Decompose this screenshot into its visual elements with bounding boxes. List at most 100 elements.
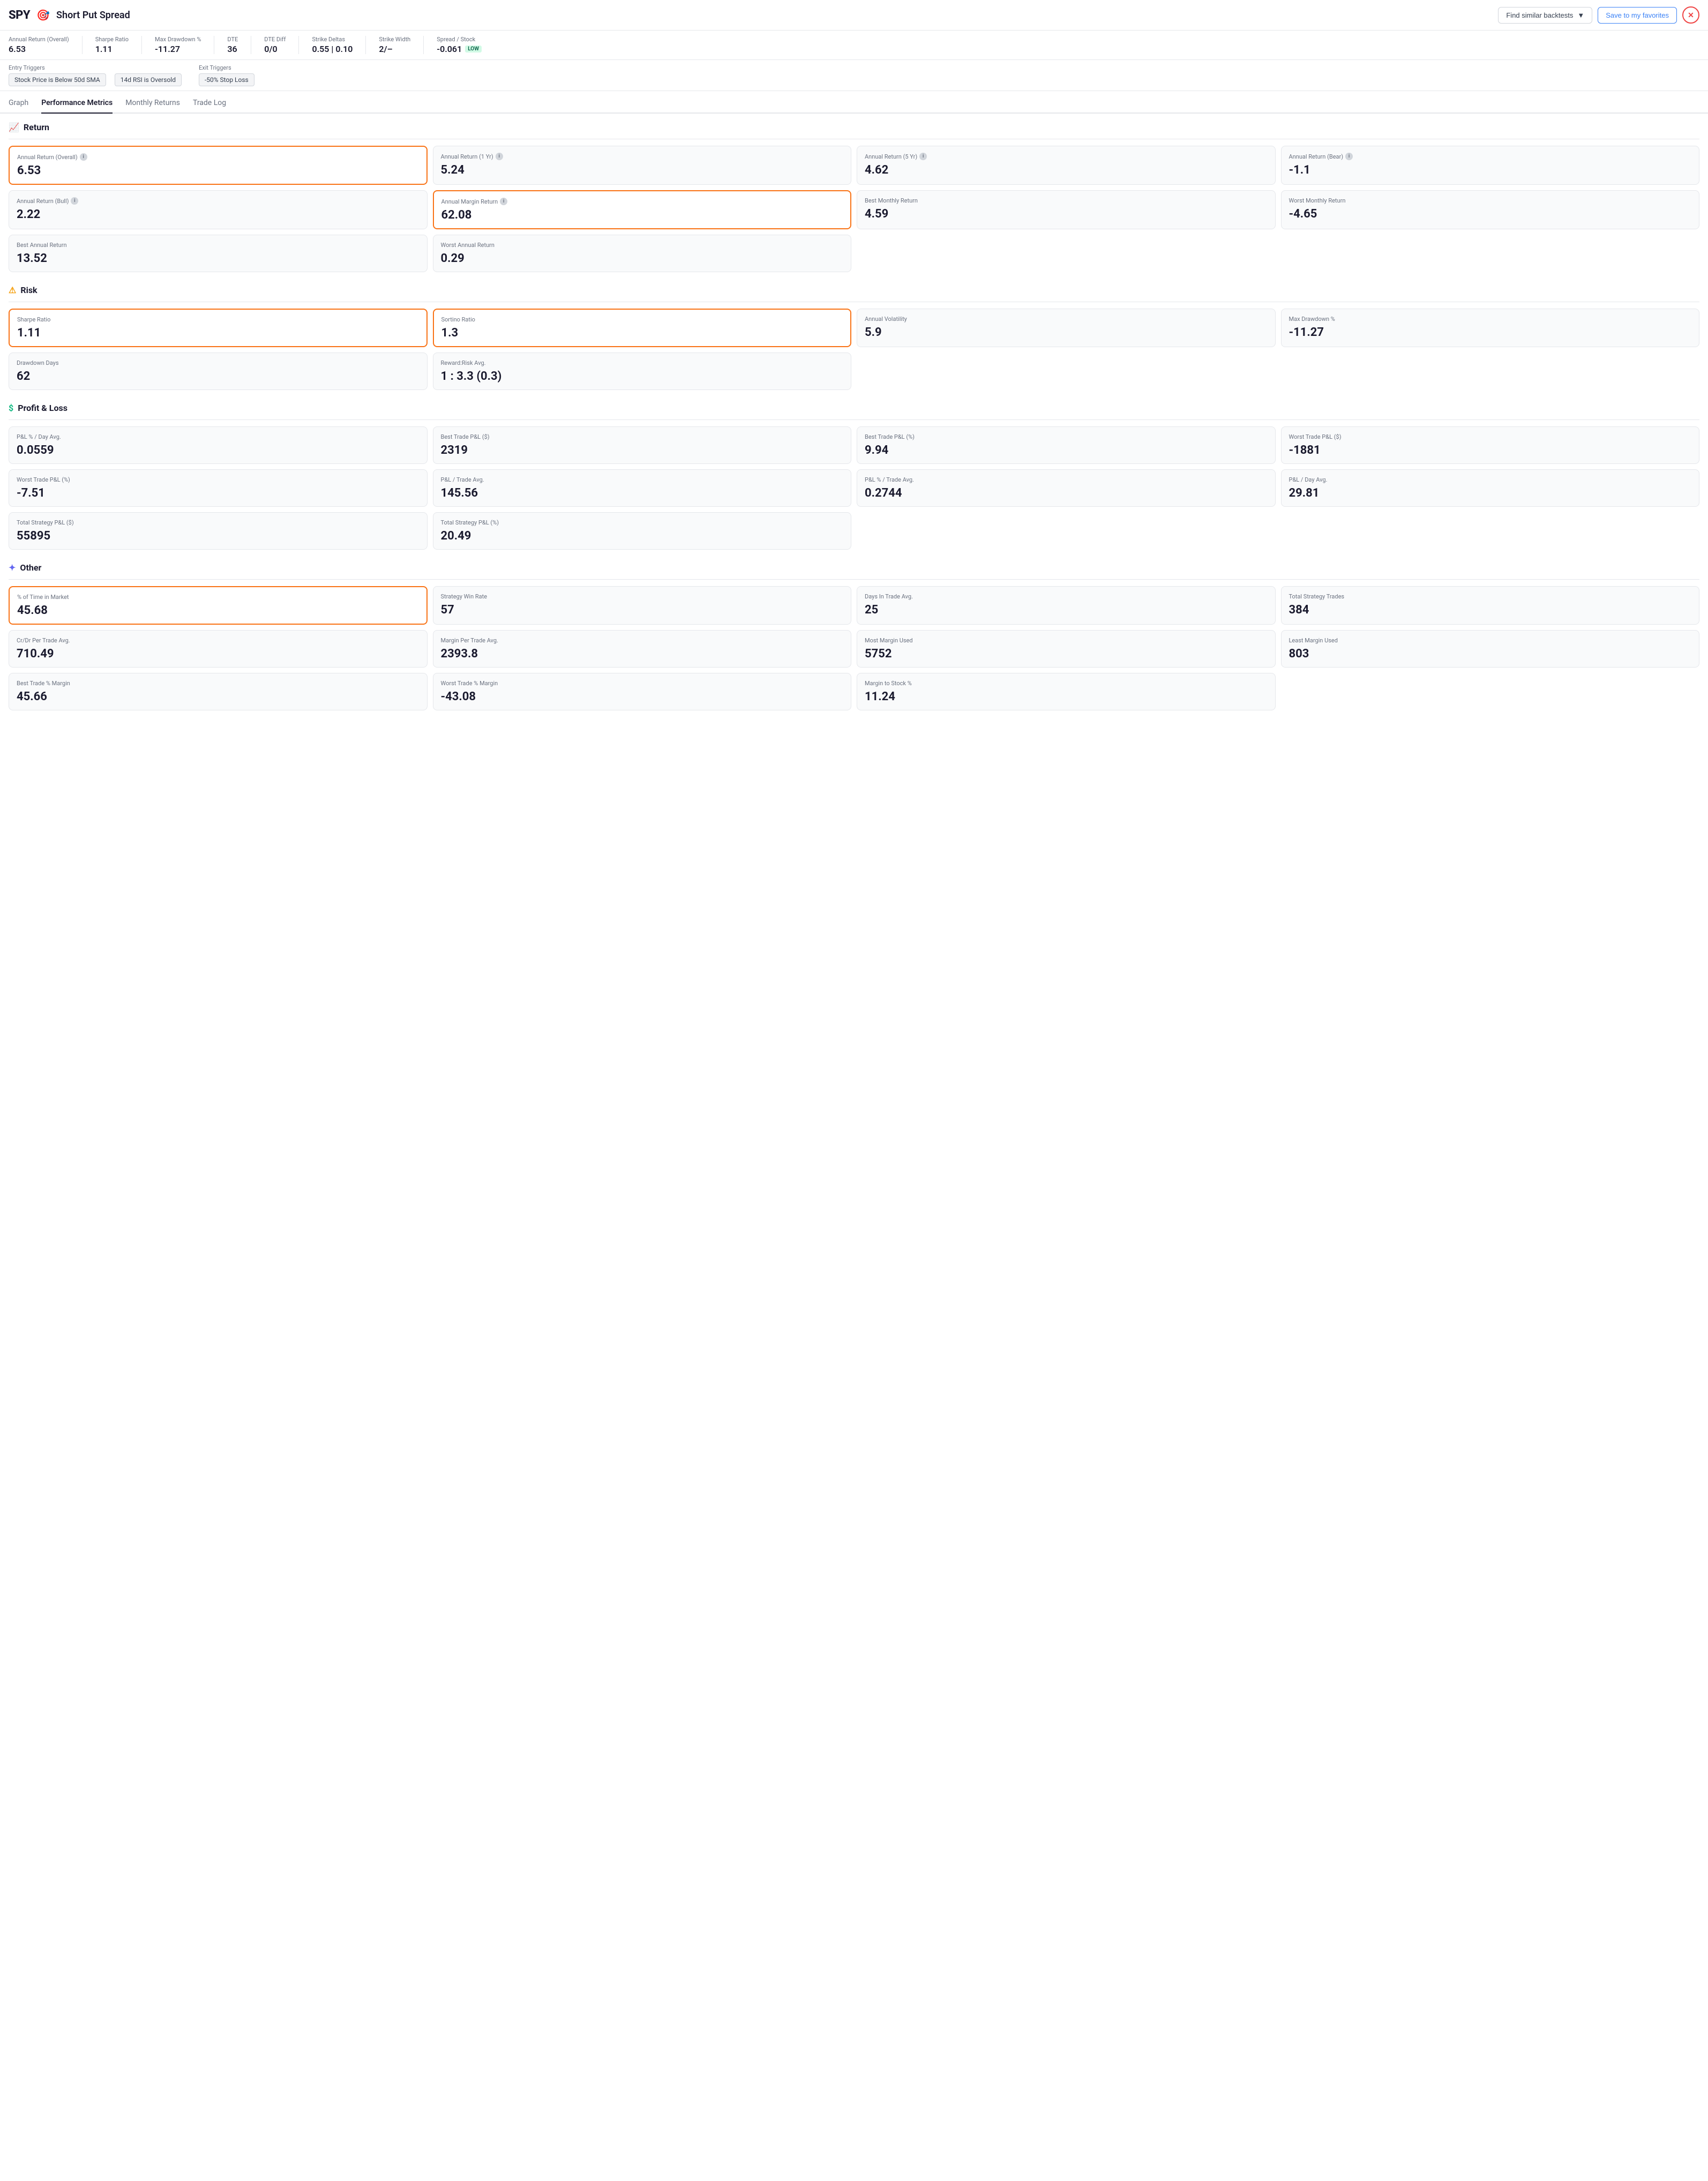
card-label: Worst Trade P&L (%) — [17, 476, 419, 483]
find-similar-button[interactable]: Find similar backtests ▼ — [1498, 7, 1592, 24]
tab-monthly-returns[interactable]: Monthly Returns — [125, 93, 180, 114]
card-value: 145.56 — [441, 486, 844, 500]
section-title-other: ✦Other — [9, 563, 1699, 573]
card-value: 5.9 — [865, 326, 1268, 339]
card-label: Worst Annual Return — [441, 242, 844, 249]
section-divider — [9, 579, 1699, 580]
card-label: Best Monthly Return — [865, 197, 1268, 204]
tab-trade-log[interactable]: Trade Log — [193, 93, 226, 114]
tab-graph[interactable]: Graph — [9, 93, 28, 114]
card-label: Annual Return (5 Yr)i — [865, 153, 1268, 160]
card-value: 0.0559 — [17, 444, 419, 457]
info-icon[interactable]: i — [496, 153, 503, 160]
metric-card: Worst Trade % Margin -43.08 — [433, 673, 852, 710]
separator — [141, 36, 142, 54]
card-label: Worst Trade % Margin — [441, 680, 844, 687]
card-value: -11.27 — [1289, 326, 1692, 339]
card-value: 45.68 — [17, 604, 419, 617]
card-label: Best Trade P&L ($) — [441, 433, 844, 440]
card-label: Sharpe Ratio — [17, 316, 419, 323]
tab-performance-metrics[interactable]: Performance Metrics — [41, 93, 113, 114]
metric-card: Margin to Stock %11.24 — [857, 673, 1276, 710]
card-value: 2319 — [441, 444, 844, 457]
section-title-return: 📈 Return — [9, 122, 1699, 132]
card-label: % of Time in Market — [17, 594, 419, 601]
metrics-bar-value: 0/0 — [264, 44, 286, 54]
card-value: 2393.8 — [441, 647, 844, 661]
metric-card: Best Trade P&L (%)9.94 — [857, 426, 1276, 464]
card-label: Worst Monthly Return — [1289, 197, 1692, 204]
card-value: 0.29 — [441, 252, 844, 265]
card-label: Max Drawdown % — [1289, 316, 1692, 323]
card-label: Cr/Dr Per Trade Avg. — [17, 637, 419, 644]
metric-card: Cr/Dr Per Trade Avg.710.49 — [9, 630, 428, 668]
card-label: Reward:Risk Avg. — [441, 359, 844, 366]
metric-card: Sortino Ratio1.3 — [433, 309, 852, 347]
section-other: ✦Other % of Time in Market 45.68 Strategy W… — [9, 563, 1699, 710]
card-value: -43.08 — [441, 690, 844, 703]
metrics-bar-value: 2/– — [379, 44, 410, 54]
header: SPY 🎯 Short Put Spread Find similar back… — [0, 0, 1708, 31]
entry-trigger-tag: 14d RSI is Oversold — [115, 73, 182, 86]
triggers-section: Entry Triggers Stock Price is Below 50d … — [0, 60, 1708, 91]
metric-card: Least Margin Used803 — [1281, 630, 1700, 668]
card-label: Margin Per Trade Avg. — [441, 637, 844, 644]
metrics-bar-label: Strike Deltas — [312, 36, 353, 43]
section-title-pnl: $Profit & Loss — [9, 403, 1699, 413]
save-favorites-button[interactable]: Save to my favorites — [1598, 7, 1677, 24]
metric-card: Drawdown Days62 — [9, 353, 428, 390]
metric-card: Worst Annual Return 0.29 — [433, 235, 852, 272]
metrics-grid-other: % of Time in Market 45.68 Strategy Win Rat… — [9, 586, 1699, 710]
card-value: 4.62 — [865, 163, 1268, 177]
card-value: 25 — [865, 603, 1268, 617]
close-button[interactable]: ✕ — [1682, 6, 1699, 24]
metric-card: Best Annual Return13.52 — [9, 235, 428, 272]
metrics-bar-item: Strike Width2/– — [379, 36, 410, 54]
info-icon[interactable]: i — [71, 197, 78, 205]
metric-card: Annual Return (Bull)i2.22 — [9, 190, 428, 229]
metric-card: P&L % / Trade Avg.0.2744 — [857, 469, 1276, 507]
card-label: Annual Return (Overall)i — [17, 153, 419, 161]
card-label: Best Trade % Margin — [17, 680, 419, 687]
entry-trigger-tag: Stock Price is Below 50d SMA — [9, 73, 106, 86]
metrics-bar-item: DTE36 — [227, 36, 238, 54]
metric-card: Sharpe Ratio1.11 — [9, 309, 428, 347]
metrics-bar-value: -0.061LOW — [437, 44, 482, 54]
metrics-bar-item: DTE Diff0/0 — [264, 36, 286, 54]
separator — [423, 36, 424, 54]
return-section-icon: 📈 — [9, 122, 19, 132]
card-value: 9.94 — [865, 444, 1268, 457]
metric-card: Total Strategy P&L (%)20.49 — [433, 512, 852, 550]
metric-card: Worst Monthly Return-4.65 — [1281, 190, 1700, 229]
card-label: P&L / Day Avg. — [1289, 476, 1692, 483]
metric-card: Max Drawdown % -11.27 — [1281, 309, 1700, 347]
metrics-bar: Annual Return (Overall)6.53Sharpe Ratio1… — [0, 31, 1708, 60]
metrics-bar-label: Max Drawdown % — [155, 36, 201, 43]
metric-card: Worst Trade P&L (%)-7.51 — [9, 469, 428, 507]
header-actions: Find similar backtests ▼ Save to my favo… — [1498, 6, 1699, 24]
card-label: Total Strategy P&L (%) — [441, 519, 844, 526]
card-value: 6.53 — [17, 164, 419, 177]
info-icon[interactable]: i — [1345, 153, 1353, 160]
metric-card: Total Strategy P&L ($)55895 — [9, 512, 428, 550]
section-title-risk: ⚠Risk — [9, 285, 1699, 295]
metrics-bar-item: Annual Return (Overall)6.53 — [9, 36, 69, 54]
metrics-bar-value: 36 — [227, 44, 238, 54]
info-icon[interactable]: i — [80, 153, 87, 161]
exit-trigger-tag: -50% Stop Loss — [199, 73, 254, 86]
pnl-section-icon: $ — [9, 403, 13, 413]
card-label: Most Margin Used — [865, 637, 1268, 644]
metric-card: Strategy Win Rate57 — [433, 586, 852, 625]
metric-card: Annual Volatility5.9 — [857, 309, 1276, 347]
card-label: Annual Return (Bear)i — [1289, 153, 1692, 160]
info-icon[interactable]: i — [919, 153, 927, 160]
card-label: Strategy Win Rate — [441, 593, 844, 600]
info-icon[interactable]: i — [500, 198, 507, 205]
metric-card: Best Trade P&L ($) 2319 — [433, 426, 852, 464]
metric-card: Margin Per Trade Avg. 2393.8 — [433, 630, 852, 668]
metrics-bar-label: DTE Diff — [264, 36, 286, 43]
section-title-text: Return — [24, 122, 49, 132]
card-label: Worst Trade P&L ($) — [1289, 433, 1692, 440]
section-divider — [9, 419, 1699, 420]
card-label: Best Annual Return — [17, 242, 419, 249]
